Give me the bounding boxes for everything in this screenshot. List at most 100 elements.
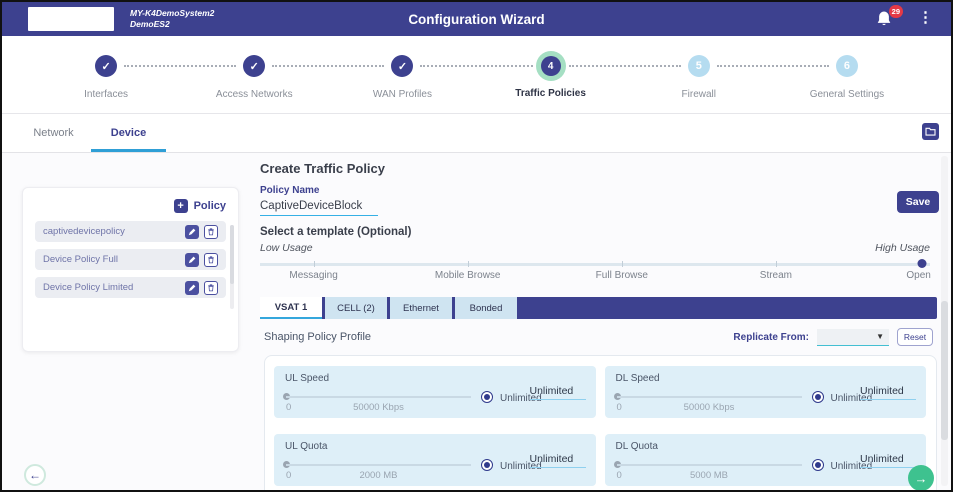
template-option-mobile-browse[interactable]: Mobile Browse bbox=[435, 270, 501, 281]
check-icon: ✓ bbox=[95, 55, 117, 77]
create-policy-heading: Create Traffic Policy bbox=[260, 161, 385, 176]
template-slider[interactable] bbox=[260, 257, 930, 271]
tab-ethernet[interactable]: Ethernet bbox=[390, 297, 452, 319]
scrollbar-thumb[interactable] bbox=[230, 225, 234, 284]
save-button[interactable]: Save bbox=[897, 191, 939, 213]
dl-speed-value-input[interactable] bbox=[860, 382, 916, 400]
usage-range-labels: Low Usage High Usage bbox=[260, 242, 930, 254]
reset-button[interactable]: Reset bbox=[897, 328, 933, 346]
ul-quota-value-input[interactable] bbox=[530, 450, 586, 468]
ul-speed-panel: UL Speed 0 50000 Kbps Unlimited bbox=[274, 366, 596, 418]
template-option-full-browse[interactable]: Full Browse bbox=[596, 270, 648, 281]
check-icon: ✓ bbox=[243, 55, 265, 77]
step-number: 6 bbox=[836, 55, 858, 77]
unlimited-radio[interactable] bbox=[481, 391, 493, 403]
ul-quota-slider-track[interactable] bbox=[286, 464, 471, 466]
template-heading: Select a template (Optional) bbox=[260, 226, 411, 238]
low-usage-label: Low Usage bbox=[260, 242, 313, 254]
policy-list-scrollbar[interactable] bbox=[230, 225, 234, 309]
tab-device[interactable]: Device bbox=[91, 114, 166, 152]
replicate-from-dropdown[interactable]: ▼ bbox=[817, 329, 889, 346]
unlimited-radio[interactable] bbox=[481, 459, 493, 471]
unlimited-radio[interactable] bbox=[812, 391, 824, 403]
policy-name: Device Policy Full bbox=[43, 254, 118, 265]
step-number: 5 bbox=[688, 55, 710, 77]
replicate-from-label: Replicate From: bbox=[733, 332, 809, 343]
policy-list-item[interactable]: Device Policy Limited bbox=[35, 277, 226, 298]
slider-max-value: 2000 MB bbox=[286, 470, 471, 481]
policy-name: Device Policy Limited bbox=[43, 282, 133, 293]
speed-row: UL Speed 0 50000 Kbps Unlimited DL Speed… bbox=[274, 366, 927, 418]
template-options: Messaging Mobile Browse Full Browse Stre… bbox=[260, 270, 930, 284]
slider-track[interactable] bbox=[260, 263, 930, 266]
slider-tick bbox=[622, 261, 624, 267]
content-scrollbar[interactable] bbox=[941, 156, 948, 486]
delete-icon[interactable] bbox=[204, 253, 218, 267]
dl-speed-slider-track[interactable] bbox=[617, 396, 802, 398]
chevron-down-icon: ▼ bbox=[876, 332, 884, 341]
tab-bonded[interactable]: Bonded bbox=[455, 297, 517, 319]
unlimited-radio[interactable] bbox=[812, 459, 824, 471]
slider-thumb[interactable] bbox=[917, 259, 926, 268]
dl-quota-slider-track[interactable] bbox=[617, 464, 802, 466]
logo bbox=[28, 7, 114, 31]
check-icon: ✓ bbox=[391, 55, 413, 77]
edit-icon[interactable] bbox=[185, 225, 199, 239]
tab-vsat-1[interactable]: VSAT 1 bbox=[260, 297, 322, 319]
back-button[interactable]: ← bbox=[24, 464, 46, 486]
notifications-button[interactable]: 29 bbox=[875, 10, 895, 30]
policy-name-label: Policy Name bbox=[260, 185, 319, 196]
template-option-stream[interactable]: Stream bbox=[760, 270, 792, 281]
step-wan-profiles[interactable]: ✓ WAN Profiles bbox=[328, 36, 476, 113]
next-button[interactable]: → bbox=[908, 465, 934, 491]
step-label: Access Networks bbox=[216, 89, 293, 100]
edit-icon[interactable] bbox=[185, 281, 199, 295]
delete-icon[interactable] bbox=[204, 281, 218, 295]
step-interfaces[interactable]: ✓ Interfaces bbox=[32, 36, 180, 113]
content-area: + Policy captivedevicepolicy Device Poli… bbox=[2, 154, 951, 490]
dl-quota-label: DL Quota bbox=[616, 441, 658, 452]
step-label: Traffic Policies bbox=[515, 88, 586, 99]
wizard-stepper: ✓ Interfaces ✓ Access Networks ✓ WAN Pro… bbox=[2, 36, 951, 114]
delete-icon[interactable] bbox=[204, 225, 218, 239]
edit-icon[interactable] bbox=[185, 253, 199, 267]
kebab-menu-icon[interactable]: ⋮ bbox=[918, 8, 933, 28]
step-label: Firewall bbox=[682, 89, 716, 100]
next-arrow-icon: → bbox=[915, 471, 928, 486]
policy-list-card: + Policy captivedevicepolicy Device Poli… bbox=[22, 187, 239, 352]
ul-speed-label: UL Speed bbox=[285, 373, 329, 384]
step-label: WAN Profiles bbox=[373, 89, 432, 100]
add-policy-button[interactable]: + Policy bbox=[35, 198, 226, 214]
tab-network[interactable]: Network bbox=[16, 114, 91, 152]
quota-row: UL Quota 0 2000 MB Unlimited DL Quota 0 … bbox=[274, 434, 927, 486]
step-label: General Settings bbox=[810, 89, 885, 100]
system-info: MY-K4DemoSystem2 DemoES2 bbox=[130, 8, 214, 31]
dl-quota-value-input[interactable] bbox=[860, 450, 916, 468]
plus-icon: + bbox=[174, 199, 188, 213]
replicate-group: Replicate From: ▼ Reset bbox=[733, 328, 933, 346]
tab-cell-2[interactable]: CELL (2) bbox=[325, 297, 387, 319]
step-access-networks[interactable]: ✓ Access Networks bbox=[180, 36, 328, 113]
policy-list-item[interactable]: Device Policy Full bbox=[35, 249, 226, 270]
policy-list-item[interactable]: captivedevicepolicy bbox=[35, 221, 226, 242]
template-option-messaging[interactable]: Messaging bbox=[289, 270, 337, 281]
scrollbar-thumb[interactable] bbox=[941, 301, 948, 440]
system-name: MY-K4DemoSystem2 bbox=[130, 8, 214, 19]
template-option-open[interactable]: Open bbox=[906, 270, 930, 281]
folder-icon[interactable] bbox=[922, 123, 939, 140]
high-usage-label: High Usage bbox=[875, 242, 930, 254]
step-firewall[interactable]: 5 Firewall bbox=[625, 36, 773, 113]
shaping-title: Shaping Policy Profile bbox=[264, 331, 371, 343]
slider-tick bbox=[776, 261, 778, 267]
step-general-settings[interactable]: 6 General Settings bbox=[773, 36, 921, 113]
row-actions bbox=[185, 281, 218, 295]
step-traffic-policies[interactable]: 4 Traffic Policies bbox=[477, 36, 625, 113]
slider-tick bbox=[314, 261, 316, 267]
ul-speed-value-input[interactable] bbox=[530, 382, 586, 400]
shaping-panel-container: UL Speed 0 50000 Kbps Unlimited DL Speed… bbox=[264, 355, 937, 492]
ul-quota-panel: UL Quota 0 2000 MB Unlimited bbox=[274, 434, 596, 486]
step-number: 4 bbox=[541, 56, 561, 76]
top-bar: MY-K4DemoSystem2 DemoES2 Configuration W… bbox=[2, 2, 951, 36]
ul-speed-slider-track[interactable] bbox=[286, 396, 471, 398]
policy-name-input[interactable] bbox=[260, 196, 378, 216]
